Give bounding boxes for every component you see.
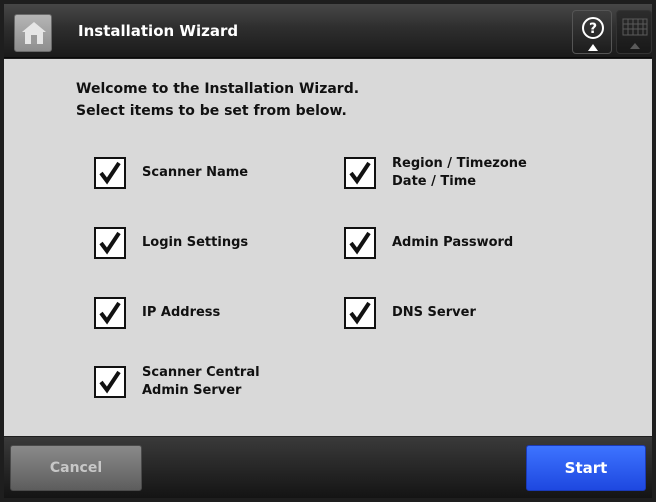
option-label: DNS Server	[392, 305, 476, 320]
content-panel: Welcome to the Installation Wizard. Sele…	[4, 59, 652, 436]
start-button[interactable]: Start	[526, 445, 646, 491]
home-icon	[22, 22, 46, 44]
cancel-button[interactable]: Cancel	[10, 445, 142, 491]
checkmark-icon	[99, 301, 121, 325]
checkmark-icon	[349, 301, 371, 325]
window-frame: Installation Wizard ? Welcome to the Ins…	[0, 0, 656, 502]
checkmark-icon	[349, 231, 371, 255]
svg-text:?: ?	[589, 21, 597, 37]
checkbox-region-timezone[interactable]	[344, 157, 376, 189]
checkbox-scanner-name[interactable]	[94, 157, 126, 189]
checkmark-icon	[99, 370, 121, 394]
window-title: Installation Wizard	[78, 22, 239, 40]
welcome-line-2: Select items to be set from below.	[76, 103, 347, 119]
welcome-line-1: Welcome to the Installation Wizard.	[76, 81, 360, 97]
option-label: Scanner Name	[142, 165, 249, 180]
title-bar: Installation Wizard ?	[4, 4, 652, 58]
checkbox-admin-password[interactable]	[344, 227, 376, 259]
welcome-message: Welcome to the Installation Wizard. Sele…	[76, 78, 359, 122]
checkbox-dns-server[interactable]	[344, 297, 376, 329]
option-label: Admin Password	[392, 235, 514, 250]
help-icon: ?	[582, 17, 604, 51]
help-button[interactable]: ?	[572, 10, 612, 54]
option-label: IP Address	[142, 305, 221, 320]
checkbox-ip-address[interactable]	[94, 297, 126, 329]
home-button[interactable]	[14, 14, 52, 52]
checkmark-icon	[99, 231, 121, 255]
keyboard-button[interactable]	[616, 10, 652, 54]
checkmark-icon	[99, 161, 121, 185]
checkbox-login-settings[interactable]	[94, 227, 126, 259]
option-label: Region / Timezone Date / Time	[392, 156, 527, 189]
checkmark-icon	[349, 161, 371, 185]
option-label: Scanner Central Admin Server	[142, 365, 260, 398]
checkbox-scanner-central-admin-server[interactable]	[94, 366, 126, 398]
keyboard-icon	[622, 18, 648, 49]
footer-bar: Cancel Start	[4, 437, 652, 498]
option-label: Login Settings	[142, 235, 249, 250]
